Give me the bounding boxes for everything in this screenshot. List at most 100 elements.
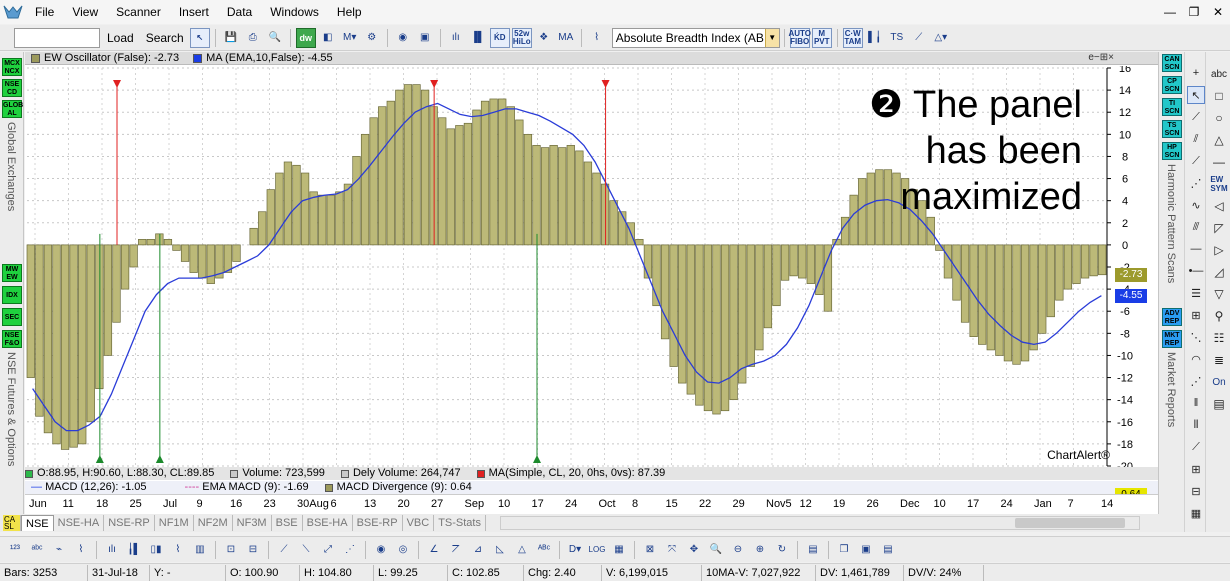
cursor-select-icon[interactable]: ↖ bbox=[189, 27, 210, 48]
zoom-icon[interactable]: 🔍 bbox=[706, 540, 726, 560]
report-icon[interactable]: ▤ bbox=[878, 540, 898, 560]
tab-ts-stats[interactable]: TS-Stats bbox=[434, 515, 486, 531]
fib-fan-tool-icon[interactable]: ⋱ bbox=[1187, 328, 1205, 346]
tab-nse-rp[interactable]: NSE-RP bbox=[104, 515, 155, 531]
export-icon[interactable]: ▣ bbox=[415, 28, 435, 48]
symbol-input[interactable] bbox=[14, 27, 100, 48]
fibonacci-icon[interactable]: ☰ bbox=[1187, 284, 1205, 302]
grid-lines-icon[interactable]: ▦ bbox=[609, 540, 629, 560]
ts-scan-button[interactable]: TS SCN bbox=[1162, 120, 1182, 138]
arrow-down-icon[interactable]: ▽ bbox=[1209, 284, 1229, 304]
draw-line-b-icon[interactable]: ⟍ bbox=[296, 540, 316, 560]
cw-tam-icon[interactable]: C·W TAM bbox=[842, 27, 863, 48]
chart-type-icon[interactable]: ◧ bbox=[318, 28, 338, 48]
123-icon[interactable]: ¹²³ bbox=[5, 540, 25, 560]
print-preview-icon[interactable]: 🔍 bbox=[265, 28, 285, 48]
nse-cd-button[interactable]: NSE CD bbox=[2, 79, 22, 97]
hollow-candle-icon[interactable]: ▯▮ bbox=[146, 540, 166, 560]
triangle-icon[interactable]: △▾ bbox=[931, 28, 951, 48]
draw-line-c-icon[interactable]: ⤢ bbox=[318, 540, 338, 560]
gann-icon[interactable]: ⊞ bbox=[1187, 306, 1205, 324]
tab-vbc[interactable]: VBC bbox=[403, 515, 435, 531]
camera-icon[interactable]: ◉ bbox=[393, 28, 413, 48]
vertical-lines-icon[interactable]: ⦀ bbox=[1187, 416, 1205, 434]
align-icon[interactable]: ☷ bbox=[1209, 328, 1229, 348]
tab-bse[interactable]: BSE bbox=[272, 515, 303, 531]
menu-view[interactable]: View bbox=[63, 5, 107, 19]
angle-e-icon[interactable]: △ bbox=[512, 540, 532, 560]
restore-icon[interactable]: ❐ bbox=[1182, 0, 1206, 24]
rectangle-icon[interactable]: □ bbox=[1209, 86, 1229, 106]
move-icon[interactable]: ✥ bbox=[684, 540, 704, 560]
copy-icon[interactable]: ❐ bbox=[834, 540, 854, 560]
candle-chart-icon[interactable]: ╽▌ bbox=[124, 540, 144, 560]
menu-scanner[interactable]: Scanner bbox=[107, 5, 170, 19]
chevron-down-icon[interactable]: ▼ bbox=[764, 28, 779, 47]
angle-a-icon[interactable]: ∠ bbox=[424, 540, 444, 560]
properties-icon[interactable]: ▤ bbox=[1209, 394, 1229, 414]
chart-panel[interactable]: EW Oscillator (False): -2.73 MA (EMA,10,… bbox=[25, 52, 1158, 514]
candlestick-scan-button[interactable]: CAN SCN bbox=[1162, 54, 1182, 72]
ti-scan-button[interactable]: TI SCN bbox=[1162, 98, 1182, 116]
ca-sl-icon[interactable]: CA SL bbox=[3, 515, 21, 531]
hp-scan-button[interactable]: HP SCN bbox=[1162, 142, 1182, 160]
sec-button[interactable]: SEC bbox=[2, 308, 22, 326]
menu-file[interactable]: File bbox=[26, 5, 63, 19]
mcx-ncx-button[interactable]: MCX NCX bbox=[2, 58, 22, 76]
zigzag-icon[interactable]: ⋰ bbox=[1187, 174, 1205, 192]
scrollbar-thumb[interactable] bbox=[1015, 518, 1125, 528]
ellipse-icon[interactable]: ○ bbox=[1209, 108, 1229, 128]
bar-ohlc-icon[interactable]: ılı bbox=[102, 540, 122, 560]
record-icon[interactable]: ◉ bbox=[371, 540, 391, 560]
angle-d-icon[interactable]: ◺ bbox=[490, 540, 510, 560]
line-chart-icon[interactable]: ⌇ bbox=[168, 540, 188, 560]
parallel-line-icon[interactable]: ⫽ bbox=[1187, 130, 1205, 148]
arrow-right-icon[interactable]: ▷ bbox=[1209, 240, 1229, 260]
d-menu-icon[interactable]: D▾ bbox=[565, 540, 585, 560]
overlay-icon[interactable]: M▾ bbox=[340, 28, 360, 48]
fan-icon[interactable]: ⟋ bbox=[1187, 438, 1205, 456]
mkt-report-button[interactable]: MKT REP bbox=[1162, 330, 1182, 348]
angle-b-icon[interactable]: ⦢ bbox=[446, 540, 466, 560]
global-button[interactable]: GLOB AL bbox=[2, 100, 23, 118]
ew-sym-icon[interactable]: EW SYM bbox=[1209, 174, 1229, 194]
minimize-icon[interactable]: — bbox=[1158, 0, 1182, 24]
arrow-left-icon[interactable]: ◁ bbox=[1209, 196, 1229, 216]
log-scale-icon[interactable]: LOG bbox=[587, 540, 607, 560]
refresh-icon[interactable]: ↻ bbox=[772, 540, 792, 560]
draw-line-a-icon[interactable]: ⟋ bbox=[274, 540, 294, 560]
expand-icon[interactable]: ⤧ bbox=[662, 540, 682, 560]
pin-icon[interactable]: ⚲ bbox=[1209, 306, 1229, 326]
candle-icon[interactable]: ▌╽ bbox=[865, 28, 885, 48]
print-icon[interactable]: ⎙ bbox=[243, 28, 263, 48]
52w-hilo-icon[interactable]: 52w HiLo bbox=[511, 27, 532, 48]
fib-fan-icon[interactable]: ⟋ bbox=[909, 28, 929, 48]
indicator-dropdown[interactable]: Absolute Breadth Index (ABI ▼ bbox=[611, 27, 780, 48]
auto-fibo-icon[interactable]: AUTO FIBO bbox=[788, 27, 811, 48]
zoom-period-icon[interactable]: ⊡ bbox=[221, 540, 241, 560]
ma-icon[interactable]: MA bbox=[556, 28, 576, 48]
load-button[interactable]: Load bbox=[102, 31, 139, 45]
bar-chart-icon[interactable]: ılı bbox=[446, 28, 466, 48]
wave-123-icon[interactable]: ⌁ bbox=[49, 540, 69, 560]
dw-icon[interactable]: dw bbox=[295, 27, 316, 48]
scan-icon[interactable]: ❖ bbox=[534, 28, 554, 48]
draw-line-d-icon[interactable]: ⋰ bbox=[340, 540, 360, 560]
notes-icon[interactable]: ▤ bbox=[803, 540, 823, 560]
wave-abc-icon[interactable]: ⌇ bbox=[71, 540, 91, 560]
menu-data[interactable]: Data bbox=[218, 5, 261, 19]
text-tool-icon[interactable]: abc bbox=[1209, 64, 1229, 84]
period-select-icon[interactable]: ⊟ bbox=[243, 540, 263, 560]
save-icon[interactable]: 💾 bbox=[221, 28, 241, 48]
select-arrow-icon[interactable]: ↖ bbox=[1187, 86, 1205, 104]
tab-nf2m[interactable]: NF2M bbox=[194, 515, 233, 531]
zoom-in-icon[interactable]: ⊕ bbox=[750, 540, 770, 560]
channel-icon[interactable]: ⫻ bbox=[1187, 218, 1205, 236]
abc-label-icon[interactable]: ᴬᴮᶜ bbox=[534, 540, 554, 560]
volume-bars-icon[interactable]: ▐▌ bbox=[468, 28, 488, 48]
layout-icon[interactable]: ▦ bbox=[1187, 504, 1205, 522]
paste-icon[interactable]: ▣ bbox=[856, 540, 876, 560]
indicator-icon[interactable]: ⌇ bbox=[587, 28, 607, 48]
adv-report-button[interactable]: ADV REP bbox=[1162, 308, 1182, 326]
fork-icon[interactable]: ⟋ bbox=[1187, 152, 1205, 170]
